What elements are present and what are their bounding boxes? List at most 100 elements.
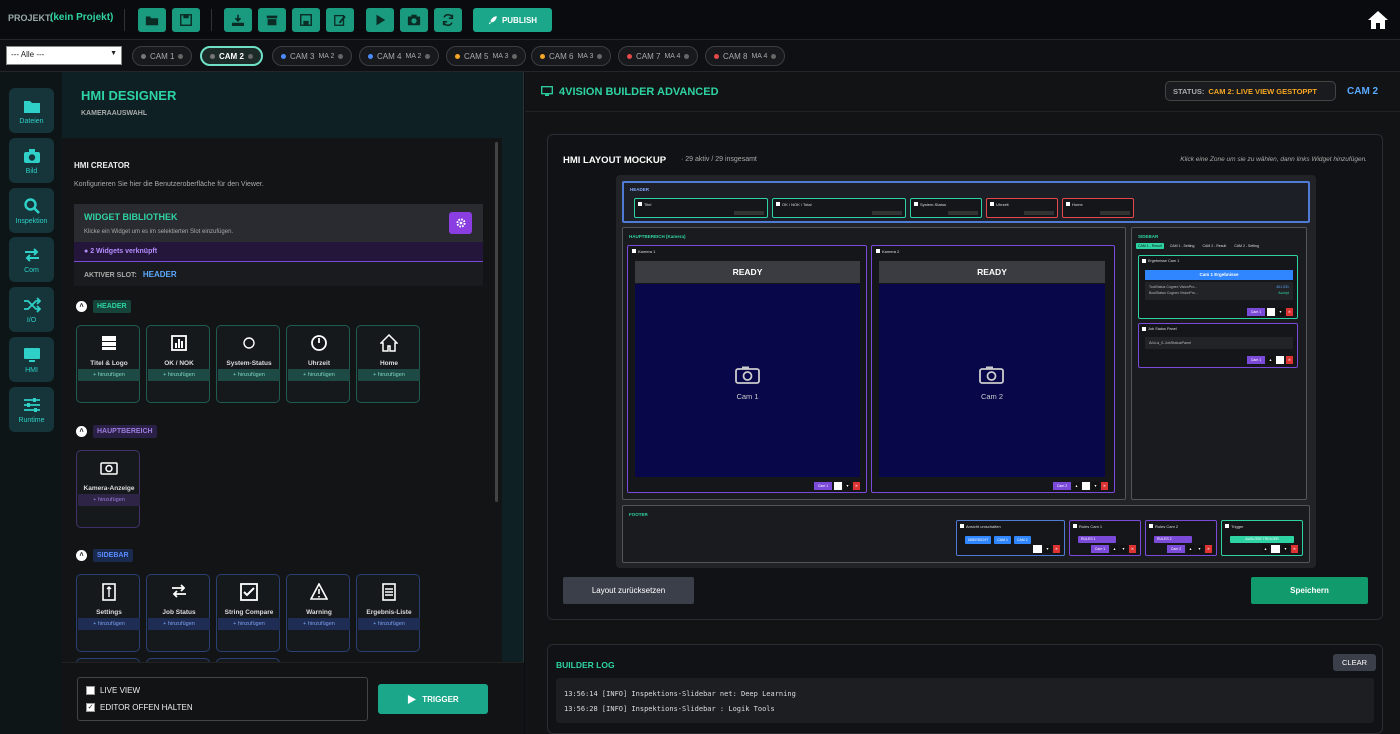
widget-card-kamera-anzeige[interactable]: Kamera-Anzeige + hinzufügen xyxy=(76,450,140,528)
camera-tag[interactable]: Cam 2 xyxy=(1053,482,1071,490)
header-widget-uhrzeit[interactable]: Uhrzeit xyxy=(986,198,1058,218)
widget-card-system-status[interactable]: System-Status + hinzufügen xyxy=(216,325,280,403)
footer-widget-ansicht[interactable]: Ansicht umschalten ÜBERSICHT CAM 1 CAM 2… xyxy=(956,520,1065,556)
widget-checkbox[interactable] xyxy=(876,249,880,253)
chevron-down-icon[interactable]: ▼ xyxy=(1120,545,1127,553)
chevron-down-icon[interactable]: ▼ xyxy=(1282,545,1289,553)
chevron-up-icon[interactable]: ▲ xyxy=(1262,545,1269,553)
color-swatch[interactable] xyxy=(1276,356,1284,364)
widget-card-uhrzeit[interactable]: Uhrzeit + hinzufügen xyxy=(286,325,350,403)
header-widget-home[interactable]: Home xyxy=(1062,198,1134,218)
view-cam2-button[interactable]: CAM 2 xyxy=(1013,536,1031,544)
refresh-button[interactable] xyxy=(434,8,462,32)
download-button[interactable] xyxy=(224,8,252,32)
zone-hauptbereich[interactable]: HAUPTBEREICH (Kamera) Kamera 1 READY Cam… xyxy=(622,227,1126,500)
close-icon[interactable]: ✕ xyxy=(1286,356,1293,364)
sidebar-tab[interactable]: CAM 2 - Result xyxy=(1200,243,1228,249)
sidebar-tab[interactable]: CAM 1 - Setting xyxy=(1168,243,1197,249)
close-icon[interactable]: ✕ xyxy=(1291,545,1298,553)
color-swatch[interactable] xyxy=(1082,482,1090,490)
sidebar-widget-ergebnisse[interactable]: Ergebnisse Cam 1 Cam 1 Ergebnisse ToolSt… xyxy=(1138,255,1298,319)
save-button[interactable]: Speichern xyxy=(1251,577,1368,604)
nav-hmi[interactable]: HMI xyxy=(9,337,54,382)
footer-widget-rules-cam1[interactable]: Rules Cam 1 RULES 1 Cam 1 ▲ ▼ ✕ xyxy=(1069,520,1141,556)
camera-tag[interactable]: Cam 2 xyxy=(1167,545,1185,553)
close-icon[interactable]: ✕ xyxy=(1101,482,1108,490)
library-settings-button[interactable] xyxy=(449,212,472,234)
footer-widget-rules-cam2[interactable]: Rules Cam 2 RULES 2 Cam 2 ▲ ▼ ✕ xyxy=(1145,520,1217,556)
checkbox-checked[interactable]: ✓ xyxy=(86,703,95,712)
trigger-mock-button[interactable]: AUSLÖSE TRIGGER xyxy=(1230,536,1294,543)
camera-tab[interactable]: CAM 5 MA 3 xyxy=(446,46,527,66)
chevron-up-icon[interactable]: ▲ xyxy=(1187,545,1194,553)
widget-controls[interactable] xyxy=(1024,211,1054,215)
trigger-button[interactable]: TRIGGER xyxy=(378,684,488,714)
home-icon[interactable] xyxy=(1367,10,1389,30)
widget-card-titel-logo[interactable]: Titel & Logo + hinzufügen xyxy=(76,325,140,403)
chevron-down-icon[interactable]: ▼ xyxy=(1196,545,1203,553)
widget-controls[interactable] xyxy=(948,211,978,215)
widget-checkbox[interactable] xyxy=(1142,327,1146,331)
section-sidebar-toggle[interactable]: ˄ SIDEBAR xyxy=(76,549,133,562)
close-icon[interactable]: ✕ xyxy=(1286,308,1293,316)
color-swatch[interactable] xyxy=(1033,545,1042,553)
chevron-up-icon[interactable]: ▲ xyxy=(1073,482,1080,490)
camera-tab[interactable]: CAM 8 MA 4 xyxy=(705,46,786,66)
view-cam1-button[interactable]: CAM 1 xyxy=(994,536,1011,544)
camera-widget-2[interactable]: Kamera 2 READY Cam 2 Cam 2 ▲ ▼ ✕ xyxy=(871,245,1115,493)
chevron-down-icon[interactable]: ▼ xyxy=(1277,308,1284,316)
nav-io[interactable]: I/O xyxy=(9,287,54,332)
open-folder-button[interactable] xyxy=(138,8,166,32)
rules-button[interactable]: RULES 1 xyxy=(1078,536,1116,543)
widget-controls[interactable] xyxy=(734,211,764,215)
zone-header[interactable]: HEADER Titel OK / NOK / Total System-Sta… xyxy=(622,181,1310,223)
nav-inspektion[interactable]: Inspektion xyxy=(9,188,54,233)
widget-card-ok-nok[interactable]: OK / NOK + hinzufügen xyxy=(146,325,210,403)
zone-sidebar[interactable]: SIDEBAR CAM 1 - Result CAM 1 - Setting C… xyxy=(1131,227,1307,500)
widget-card-ergebnis-liste[interactable]: Ergebnis-Liste + hinzufügen xyxy=(356,574,420,652)
nav-dateien[interactable]: Dateien xyxy=(9,88,54,133)
camera-widget-1[interactable]: Kamera 1 READY Cam 1 Cam 1 ▼ ✕ xyxy=(627,245,867,493)
camera-tab[interactable]: CAM 7 MA 4 xyxy=(618,46,699,66)
sidebar-tab[interactable]: CAM 1 - Result xyxy=(1136,243,1164,249)
nav-com[interactable]: Com xyxy=(9,237,54,282)
color-swatch[interactable] xyxy=(1267,308,1275,316)
close-icon[interactable]: ✕ xyxy=(1129,545,1136,553)
widget-checkbox[interactable] xyxy=(990,202,994,206)
archive-button[interactable] xyxy=(258,8,286,32)
play-button[interactable] xyxy=(366,8,394,32)
camera-tab[interactable]: CAM 6 MA 3 xyxy=(531,46,612,66)
log-output[interactable]: 13:56:14 [INFO] Inspektions-Slidebar net… xyxy=(556,678,1374,723)
widget-checkbox[interactable] xyxy=(1073,524,1077,528)
widget-card-settings[interactable]: Settings + hinzufügen xyxy=(76,574,140,652)
widget-checkbox[interactable] xyxy=(1142,259,1146,263)
widget-card-home[interactable]: Home + hinzufügen xyxy=(356,325,420,403)
widget-checkbox[interactable] xyxy=(914,202,918,206)
reset-layout-button[interactable]: Layout zurücksetzen xyxy=(563,577,694,604)
widget-card-string-compare[interactable]: String Compare + hinzufügen xyxy=(216,574,280,652)
snapshot-button[interactable] xyxy=(400,8,428,32)
view-overview-button[interactable]: ÜBERSICHT xyxy=(965,536,992,544)
widget-controls[interactable] xyxy=(872,211,902,215)
widget-checkbox[interactable] xyxy=(960,524,964,528)
camera-tag[interactable]: Cam 1 xyxy=(1247,356,1265,364)
section-hauptbereich-toggle[interactable]: ˄ HAUPTBEREICH xyxy=(76,425,157,438)
camera-tag[interactable]: Cam 1 xyxy=(1247,308,1265,316)
color-swatch[interactable] xyxy=(1271,545,1280,553)
clear-log-button[interactable]: CLEAR xyxy=(1333,654,1376,671)
close-icon[interactable]: ✕ xyxy=(1053,545,1060,553)
save-disk-button[interactable] xyxy=(172,8,200,32)
camera-tab[interactable]: CAM 1 xyxy=(132,46,193,66)
header-widget-titel[interactable]: Titel xyxy=(634,198,768,218)
widget-card-job-status[interactable]: Job Status + hinzufügen xyxy=(146,574,210,652)
widget-checkbox[interactable] xyxy=(632,249,636,253)
sidebar-tab[interactable]: CAM 2 - Setting xyxy=(1232,243,1261,249)
widget-card-warning[interactable]: Warning + hinzufügen xyxy=(286,574,350,652)
widget-checkbox[interactable] xyxy=(638,202,642,206)
chevron-down-icon[interactable]: ▼ xyxy=(1092,482,1099,490)
chevron-up-icon[interactable]: ▲ xyxy=(1111,545,1118,553)
zone-footer[interactable]: FOOTER Ansicht umschalten ÜBERSICHT CAM … xyxy=(622,505,1310,563)
close-icon[interactable]: ✕ xyxy=(1205,545,1212,553)
close-icon[interactable]: ✕ xyxy=(853,482,860,490)
publish-button[interactable]: PUBLISH xyxy=(473,8,552,32)
